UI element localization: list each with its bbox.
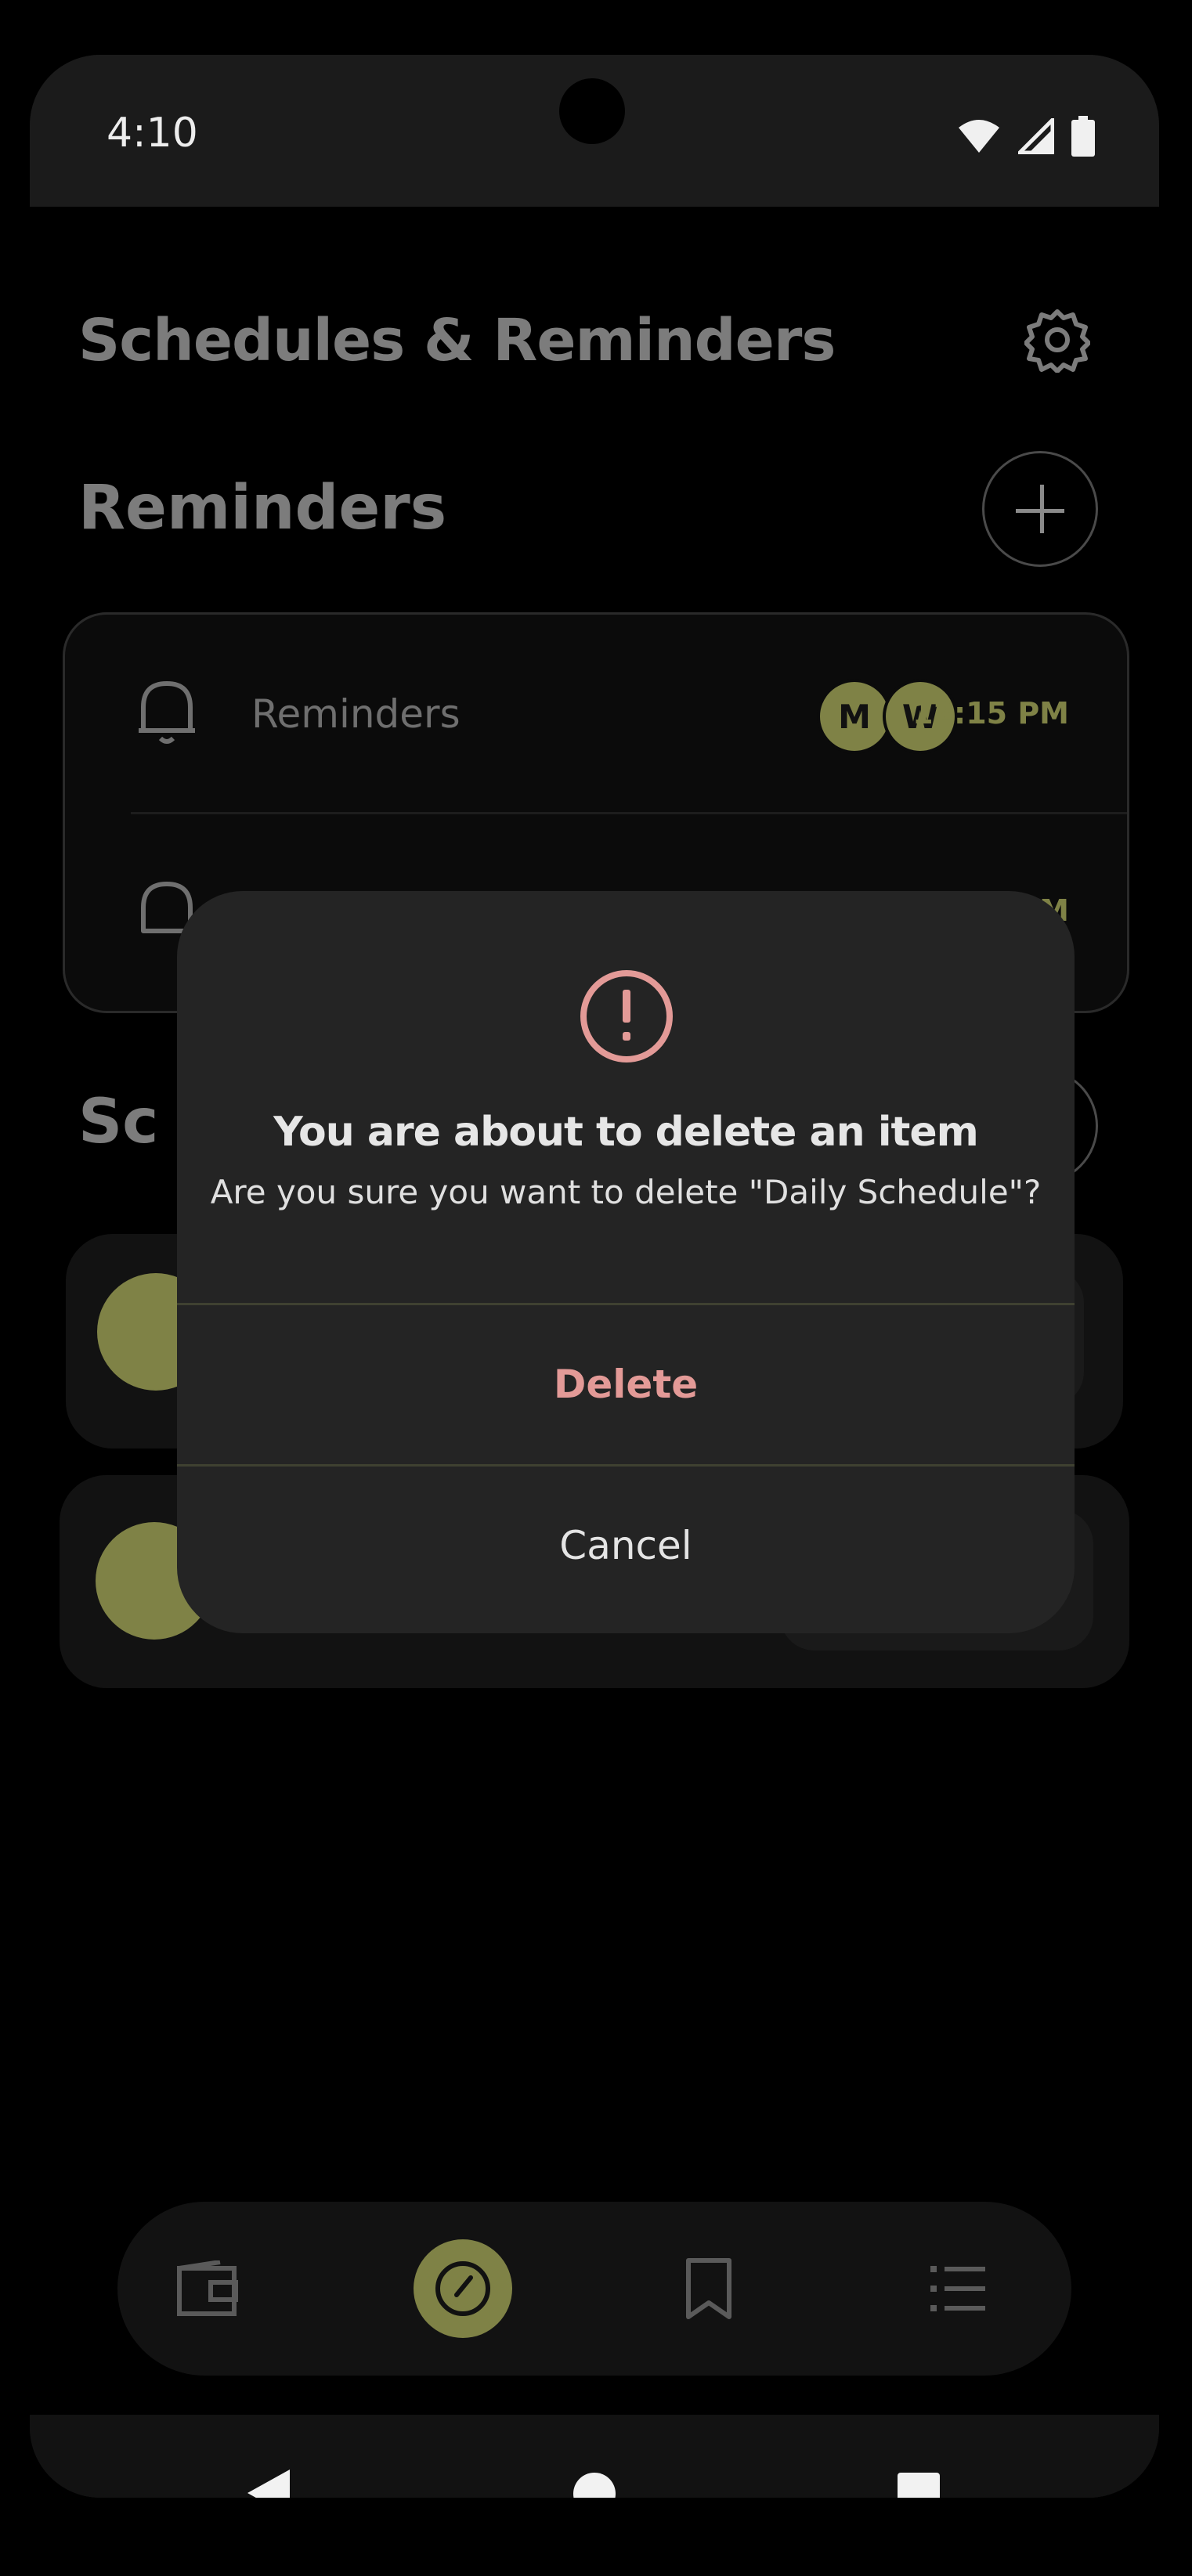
signal-icon bbox=[1018, 118, 1054, 154]
nav-compass[interactable] bbox=[414, 2239, 512, 2338]
reminders-section-title: Reminders bbox=[78, 473, 447, 543]
bell-icon bbox=[139, 681, 195, 744]
status-time: 4:10 bbox=[107, 110, 198, 157]
list-icon bbox=[930, 2266, 985, 2311]
dialog-divider bbox=[177, 1303, 1075, 1305]
nav-bookmark[interactable] bbox=[659, 2239, 758, 2338]
dialog-divider bbox=[177, 1464, 1075, 1467]
delete-button[interactable]: Delete bbox=[177, 1306, 1075, 1463]
compass-icon bbox=[435, 2261, 490, 2316]
camera-cutout bbox=[559, 78, 625, 144]
bottom-navigation bbox=[117, 2202, 1071, 2376]
delete-confirmation-dialog: You are about to delete an item Are you … bbox=[177, 891, 1075, 1633]
add-reminder-button[interactable] bbox=[982, 451, 1098, 567]
cancel-button[interactable]: Cancel bbox=[177, 1467, 1075, 1624]
alert-icon bbox=[580, 970, 673, 1063]
back-icon[interactable] bbox=[246, 2468, 291, 2498]
nav-list[interactable] bbox=[908, 2239, 1007, 2338]
system-navigation-bar bbox=[30, 2415, 1159, 2498]
recents-icon[interactable] bbox=[898, 2473, 940, 2498]
status-icons bbox=[957, 113, 1095, 160]
reminder-divider bbox=[131, 812, 1127, 814]
gear-icon[interactable] bbox=[1024, 307, 1090, 373]
schedules-section-title: Sc bbox=[78, 1087, 159, 1157]
nav-wallet[interactable] bbox=[158, 2239, 257, 2338]
reminder-time: 12:15 PM bbox=[912, 696, 1069, 731]
day-chip-monday: M bbox=[817, 679, 892, 754]
status-bar: 4:10 bbox=[30, 55, 1159, 207]
page-title: Schedules & Reminders bbox=[78, 307, 836, 374]
dialog-message: Are you sure you want to delete "Daily S… bbox=[210, 1173, 1042, 1211]
home-icon[interactable] bbox=[572, 2471, 617, 2498]
battery-icon bbox=[1071, 116, 1095, 157]
bookmark-icon bbox=[686, 2258, 731, 2319]
reminder-row[interactable]: Reminders M W 12:15 PM bbox=[65, 615, 1127, 803]
reminder-label: Reminders bbox=[251, 691, 461, 737]
wallet-icon bbox=[177, 2260, 238, 2316]
wifi-icon bbox=[959, 120, 999, 153]
dialog-title: You are about to delete an item bbox=[273, 1109, 979, 1156]
phone-screen: 4:10 Schedules & Reminders Reminders Rem… bbox=[30, 55, 1159, 2498]
